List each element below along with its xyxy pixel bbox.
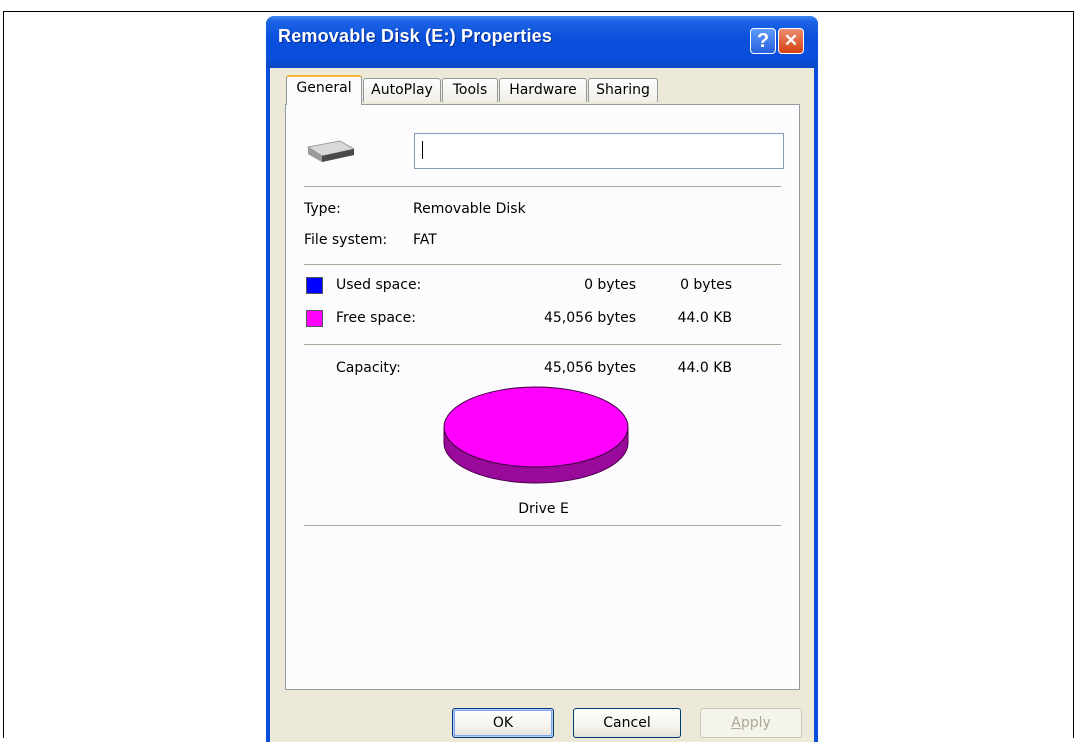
free-space-size: 44.0 KB [677,310,732,326]
tab-sharing[interactable]: Sharing [588,78,658,102]
apply-button[interactable]: Apply [700,708,802,738]
free-space-label: Free space: [336,310,416,326]
divider [304,344,781,345]
disk-usage-pie-chart [443,386,629,484]
pie-slice-free-space [443,386,629,468]
ok-button[interactable]: OK [452,708,554,738]
tab-general[interactable]: General [286,75,362,105]
title-bar[interactable]: Removable Disk (E:) Properties ? ✕ [266,16,818,68]
cancel-button[interactable]: Cancel [573,708,681,738]
divider [304,264,781,265]
window-title: Removable Disk (E:) Properties [278,26,553,46]
capacity-label: Capacity: [336,360,401,376]
close-icon: ✕ [783,31,799,50]
drive-label-input[interactable] [414,133,784,169]
used-space-bytes: 0 bytes [584,277,636,293]
tab-hardware[interactable]: Hardware [499,78,587,102]
file-system-label: File system: [304,232,388,248]
used-space-label: Used space: [336,277,422,293]
type-label: Type: [304,201,341,217]
divider [304,525,781,526]
tab-tools[interactable]: Tools [442,78,498,102]
free-space-bytes: 45,056 bytes [543,310,636,326]
drive-label: Drive E [518,501,569,517]
file-system-value: FAT [413,232,437,248]
used-space-size: 0 bytes [680,277,732,293]
help-button[interactable]: ? [750,28,776,54]
type-value: Removable Disk [413,201,526,217]
dialog-body: General AutoPlay Tools Hardware Sharing … [270,68,814,742]
used-space-swatch [306,277,323,294]
close-button[interactable]: ✕ [778,28,804,54]
capacity-bytes: 45,056 bytes [543,360,636,376]
divider [304,186,781,187]
capacity-size: 44.0 KB [677,360,732,376]
free-space-swatch [306,310,323,327]
general-tab-panel: Type: Removable Disk File system: FAT Us… [285,104,800,690]
removable-drive-icon [306,140,356,162]
text-cursor [422,141,423,159]
help-icon: ? [756,29,770,52]
apply-button-label: Apply [731,715,771,731]
properties-window: Removable Disk (E:) Properties ? ✕ Gener… [266,16,818,742]
tab-autoplay[interactable]: AutoPlay [363,78,441,102]
